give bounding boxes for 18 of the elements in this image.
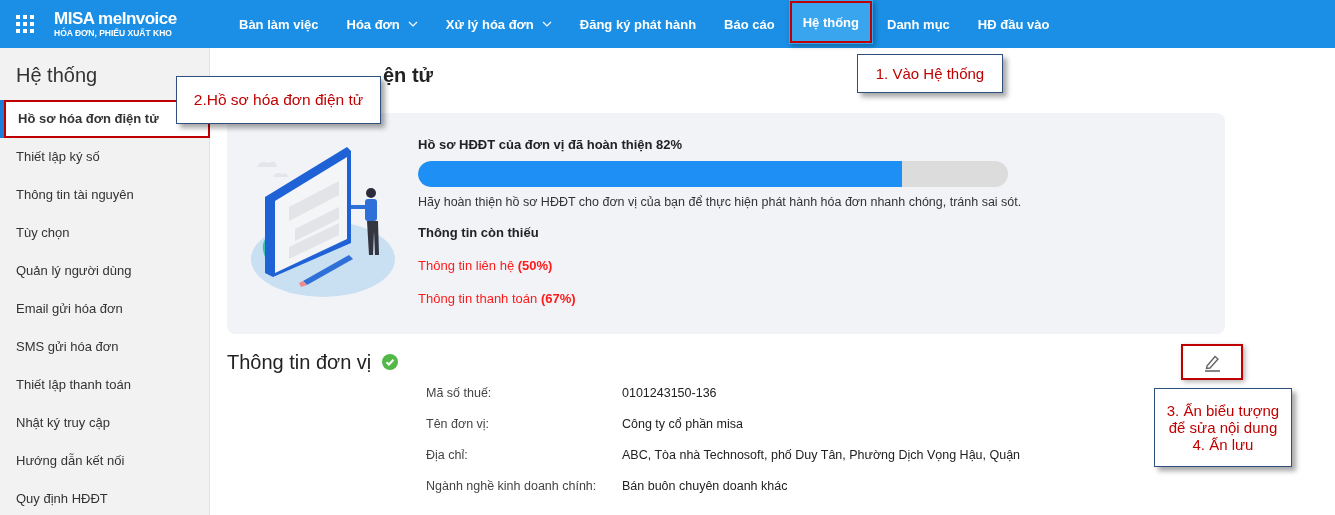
annotation-tooltip: 3. Ấn biểu tượng để sửa nội dung 4. Ấn lưu <box>1154 388 1292 467</box>
field-label: Địa chỉ: <box>426 448 468 462</box>
page-title: ện tử <box>383 64 434 88</box>
field-value: Công ty cổ phần misa <box>622 417 743 431</box>
annotation-tooltip: 2.Hồ sơ hóa đơn điện tử <box>176 76 381 124</box>
field-label: Mã số thuế: <box>426 386 492 400</box>
field-value: Bán buôn chuyên doanh khác <box>622 479 788 493</box>
field-value: 0101243150-136 <box>622 386 717 400</box>
field-label: Tên đơn vị: <box>426 417 490 431</box>
completion-heading: Hồ sơ HĐĐT của đơn vị đã hoàn thiện 82% <box>418 137 683 154</box>
field-label: Ngành nghề kinh doanh chính: <box>426 479 597 493</box>
logo-subtitle: HÓA ĐƠN, PHIẾU XUẤT KHO <box>54 27 173 39</box>
section-title: Thông tin đơn vị <box>227 350 372 374</box>
logo-text: MISA meInvoice <box>54 9 178 28</box>
annotation-tooltip: 1. Vào Hệ thống <box>857 54 1003 93</box>
hint-text: Hãy hoàn thiện hồ sơ HĐĐT cho đơn vị của bạn để thực hiện phát hành hóa đơn nhanh chóng, tránh sai sót. <box>418 195 1022 209</box>
field-value: ABC, Tòa nhà Technosoft, phố Duy Tân, Phường Dịch Vọng Hậu, Quận <box>622 448 1021 462</box>
missing-info-title: Thông tin còn thiếu <box>418 225 539 240</box>
